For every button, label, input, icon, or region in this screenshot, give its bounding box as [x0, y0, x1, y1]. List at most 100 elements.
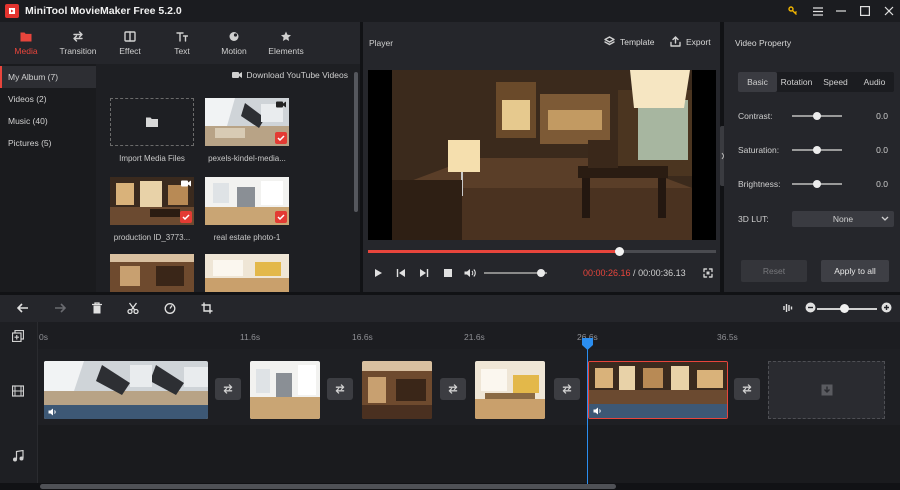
transition-slot[interactable]: [327, 378, 353, 400]
lut-select[interactable]: None: [792, 211, 894, 227]
timeline-clip[interactable]: [250, 361, 320, 419]
timeline-clip[interactable]: [475, 361, 545, 419]
speaker-icon: [593, 407, 601, 415]
timeline-clip-selected[interactable]: [588, 361, 728, 419]
export-icon: [670, 36, 681, 47]
album-videos[interactable]: Videos (2): [0, 88, 96, 110]
download-box-icon: [821, 384, 832, 396]
import-media-tile[interactable]: Import Media Files: [110, 98, 194, 163]
apply-to-all-button[interactable]: Apply to all: [821, 260, 889, 282]
reset-button[interactable]: Reset: [741, 260, 807, 282]
tool-media[interactable]: Media: [0, 22, 52, 64]
elements-icon: [281, 31, 291, 41]
tool-label: Elements: [268, 45, 304, 56]
previous-frame-icon[interactable]: [396, 268, 406, 278]
timeline-horizontal-scrollbar[interactable]: [40, 484, 616, 489]
swap-arrows-icon: [223, 384, 233, 394]
minimize-icon[interactable]: [828, 0, 854, 22]
tool-effect[interactable]: Effect: [104, 22, 156, 64]
contrast-slider-knob[interactable]: [813, 112, 821, 120]
export-button[interactable]: Export: [670, 36, 711, 47]
saturation-slider-knob[interactable]: [813, 146, 821, 154]
media-item[interactable]: [110, 254, 194, 292]
close-icon[interactable]: [876, 0, 900, 22]
video-property-panel: Video Property Basic Rotation Speed Audi…: [724, 22, 900, 292]
tick-label: 36.5s: [717, 332, 738, 342]
tick-label: 0s: [39, 332, 48, 342]
timeline-clip[interactable]: [362, 361, 432, 419]
transition-slot[interactable]: [554, 378, 580, 400]
audio-track[interactable]: [0, 425, 900, 483]
video-camera-icon: [181, 180, 191, 187]
tool-motion[interactable]: Motion: [208, 22, 260, 64]
tool-transition[interactable]: Transition: [52, 22, 104, 64]
media-thumbnail[interactable]: [110, 177, 194, 225]
media-item[interactable]: pexels-kindel-media...: [205, 98, 289, 163]
media-thumbnail[interactable]: [205, 254, 289, 292]
contrast-label: Contrast:: [738, 111, 773, 121]
media-item[interactable]: real estate photo-1: [205, 177, 289, 242]
property-tabs: Basic Rotation Speed Audio: [738, 72, 894, 92]
folder-icon: [146, 117, 158, 127]
maximize-icon[interactable]: [852, 0, 878, 22]
redo-icon[interactable]: [54, 302, 66, 314]
stop-icon[interactable]: [443, 268, 453, 278]
tool-label: Effect: [119, 45, 141, 56]
contrast-row: Contrast: 0.0: [738, 109, 888, 123]
delete-icon[interactable]: [91, 302, 103, 314]
playback-progress-bar[interactable]: [368, 247, 716, 256]
playhead-handle[interactable]: [582, 338, 593, 350]
zoom-slider-knob[interactable]: [840, 304, 849, 313]
fullscreen-icon[interactable]: [703, 268, 713, 278]
media-thumbnail[interactable]: [205, 177, 289, 225]
motion-icon: [229, 31, 239, 41]
import-dropzone[interactable]: [110, 98, 194, 146]
brightness-slider-knob[interactable]: [813, 180, 821, 188]
add-clip-dropzone[interactable]: [768, 361, 885, 419]
volume-slider-knob[interactable]: [536, 269, 545, 277]
next-frame-icon[interactable]: [419, 268, 429, 278]
added-check-icon: [275, 211, 287, 223]
current-time: 00:00:26.16: [583, 268, 631, 278]
add-track-icon[interactable]: [12, 330, 24, 342]
play-icon[interactable]: [373, 268, 383, 278]
volume-icon[interactable]: [464, 268, 476, 278]
timeline-ruler[interactable]: 0s 11.6s 16.6s 21.6s 26.6s 36.5s: [0, 322, 900, 349]
zoom-in-icon[interactable]: [881, 302, 892, 313]
speaker-icon: [48, 408, 56, 416]
transition-slot[interactable]: [734, 378, 760, 400]
album-my-album[interactable]: My Album (7): [0, 66, 96, 88]
tool-elements[interactable]: Elements: [260, 22, 312, 64]
album-pictures[interactable]: Pictures (5): [0, 132, 96, 154]
album-music[interactable]: Music (40): [0, 110, 96, 132]
track-headers: [0, 322, 38, 483]
template-button[interactable]: Template: [604, 36, 655, 47]
contrast-value: 0.0: [876, 111, 888, 121]
zoom-out-icon[interactable]: [805, 302, 816, 313]
player-title: Player: [369, 38, 394, 48]
tool-text[interactable]: Text: [156, 22, 208, 64]
tab-audio[interactable]: Audio: [855, 72, 894, 92]
tab-basic[interactable]: Basic: [738, 72, 777, 92]
download-youtube-button[interactable]: Download YouTube Videos: [232, 70, 348, 80]
media-item[interactable]: [205, 254, 289, 292]
undo-icon[interactable]: [17, 302, 29, 314]
tab-speed[interactable]: Speed: [816, 72, 855, 92]
video-preview[interactable]: [368, 70, 716, 240]
audio-waveform-icon[interactable]: [782, 302, 794, 314]
speed-gauge-icon[interactable]: [164, 302, 176, 314]
key-icon[interactable]: [780, 0, 806, 22]
transition-slot[interactable]: [440, 378, 466, 400]
tab-rotation[interactable]: Rotation: [777, 72, 816, 92]
transition-slot[interactable]: [215, 378, 241, 400]
media-scrollbar[interactable]: [354, 72, 358, 212]
timeline-toolbar: [0, 295, 900, 322]
crop-icon[interactable]: [201, 302, 213, 314]
playback-scrubber[interactable]: [614, 247, 624, 256]
timeline-clip[interactable]: [44, 361, 208, 419]
media-thumbnail[interactable]: [205, 98, 289, 146]
media-item[interactable]: production ID_3773...: [110, 177, 194, 242]
media-thumbnail[interactable]: [110, 254, 194, 292]
brightness-label: Brightness:: [738, 179, 781, 189]
split-scissors-icon[interactable]: [127, 302, 139, 314]
